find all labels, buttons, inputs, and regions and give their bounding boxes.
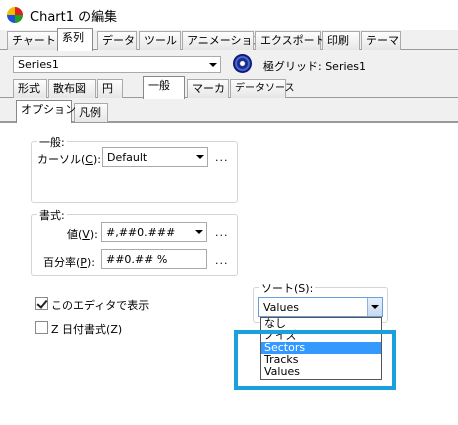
- cursor-combo[interactable]: Default: [102, 147, 208, 167]
- tab-marks[interactable]: マーカ: [187, 79, 229, 98]
- highlight-box: [234, 330, 396, 390]
- tab-print[interactable]: 印刷: [322, 31, 360, 50]
- tab-format[interactable]: 形式: [13, 79, 47, 98]
- cursor-more-button[interactable]: ...: [215, 151, 229, 164]
- chevron-down-icon[interactable]: [192, 148, 207, 166]
- polar-grid-icon: [233, 54, 252, 73]
- value-format-more-button[interactable]: ...: [215, 226, 229, 239]
- series-combo-value: Series1: [18, 58, 59, 71]
- percent-format-input[interactable]: ##0.## %: [101, 249, 207, 269]
- value-format-combo[interactable]: #,##0.###: [101, 222, 207, 242]
- percent-format-more-button[interactable]: ...: [215, 254, 229, 267]
- general-group-title: 一般:: [37, 134, 67, 150]
- sort-combo-value: Values: [263, 301, 299, 314]
- series-selector-bar: Series1 極グリッド: Series1: [0, 51, 458, 78]
- percent-format-label: 百分率(P):: [43, 256, 95, 269]
- main-tabs: チャート 系列 データ ツール アニメーション エクスポート 印刷 テーマ: [0, 28, 458, 51]
- z-datetime-label: Z 日付書式(Z): [51, 323, 123, 336]
- cursor-combo-value: Default: [107, 151, 148, 164]
- edit-chart-dialog: Chart1 の編集 チャート 系列 データ ツール アニメーション エクスポー…: [0, 0, 458, 425]
- tab-export[interactable]: エクスポート: [255, 31, 326, 50]
- title-bar: Chart1 の編集: [0, 0, 458, 30]
- tab-chart[interactable]: チャート: [7, 31, 58, 50]
- chevron-down-icon[interactable]: [367, 298, 382, 316]
- cursor-label: カーソル(C):: [37, 153, 101, 166]
- chevron-down-icon[interactable]: [191, 223, 206, 241]
- sort-combo[interactable]: Values: [258, 297, 383, 317]
- tab-scatter[interactable]: 散布図: [48, 79, 96, 98]
- series-combo[interactable]: Series1: [13, 56, 221, 73]
- tab-pie[interactable]: 円: [97, 79, 123, 98]
- show-in-editor-label: このエディタで表示: [51, 299, 150, 312]
- tab-data[interactable]: データ: [97, 31, 137, 50]
- window-title: Chart1 の編集: [30, 9, 118, 25]
- value-format-label: 値(V):: [67, 228, 98, 241]
- tab-series[interactable]: 系列: [57, 28, 93, 51]
- percent-format-value: ##0.## %: [106, 253, 168, 266]
- tab-tools[interactable]: ツール: [139, 31, 181, 50]
- series-type-label: 極グリッド: Series1: [263, 60, 367, 73]
- tab-animation[interactable]: アニメーション: [182, 31, 264, 50]
- tab-legend[interactable]: 凡例: [74, 103, 108, 122]
- chevron-down-icon[interactable]: [205, 57, 220, 72]
- teechart-icon: [7, 7, 23, 23]
- z-datetime-checkbox[interactable]: [35, 321, 48, 334]
- value-format-value: #,##0.###: [106, 226, 176, 239]
- format-group-title: 書式:: [37, 207, 67, 223]
- series-tabs: 形式 散布図 円 一般 マーカ データソース: [0, 76, 458, 99]
- tab-theme[interactable]: テーマ: [361, 31, 401, 50]
- sort-label: ソート(S):: [259, 280, 316, 296]
- tab-general[interactable]: 一般: [143, 76, 185, 99]
- tab-datasource[interactable]: データソース: [230, 79, 295, 98]
- show-in-editor-checkbox[interactable]: [35, 297, 48, 310]
- tab-options[interactable]: オプション: [16, 100, 76, 123]
- option-tabs: オプション 凡例: [0, 100, 458, 123]
